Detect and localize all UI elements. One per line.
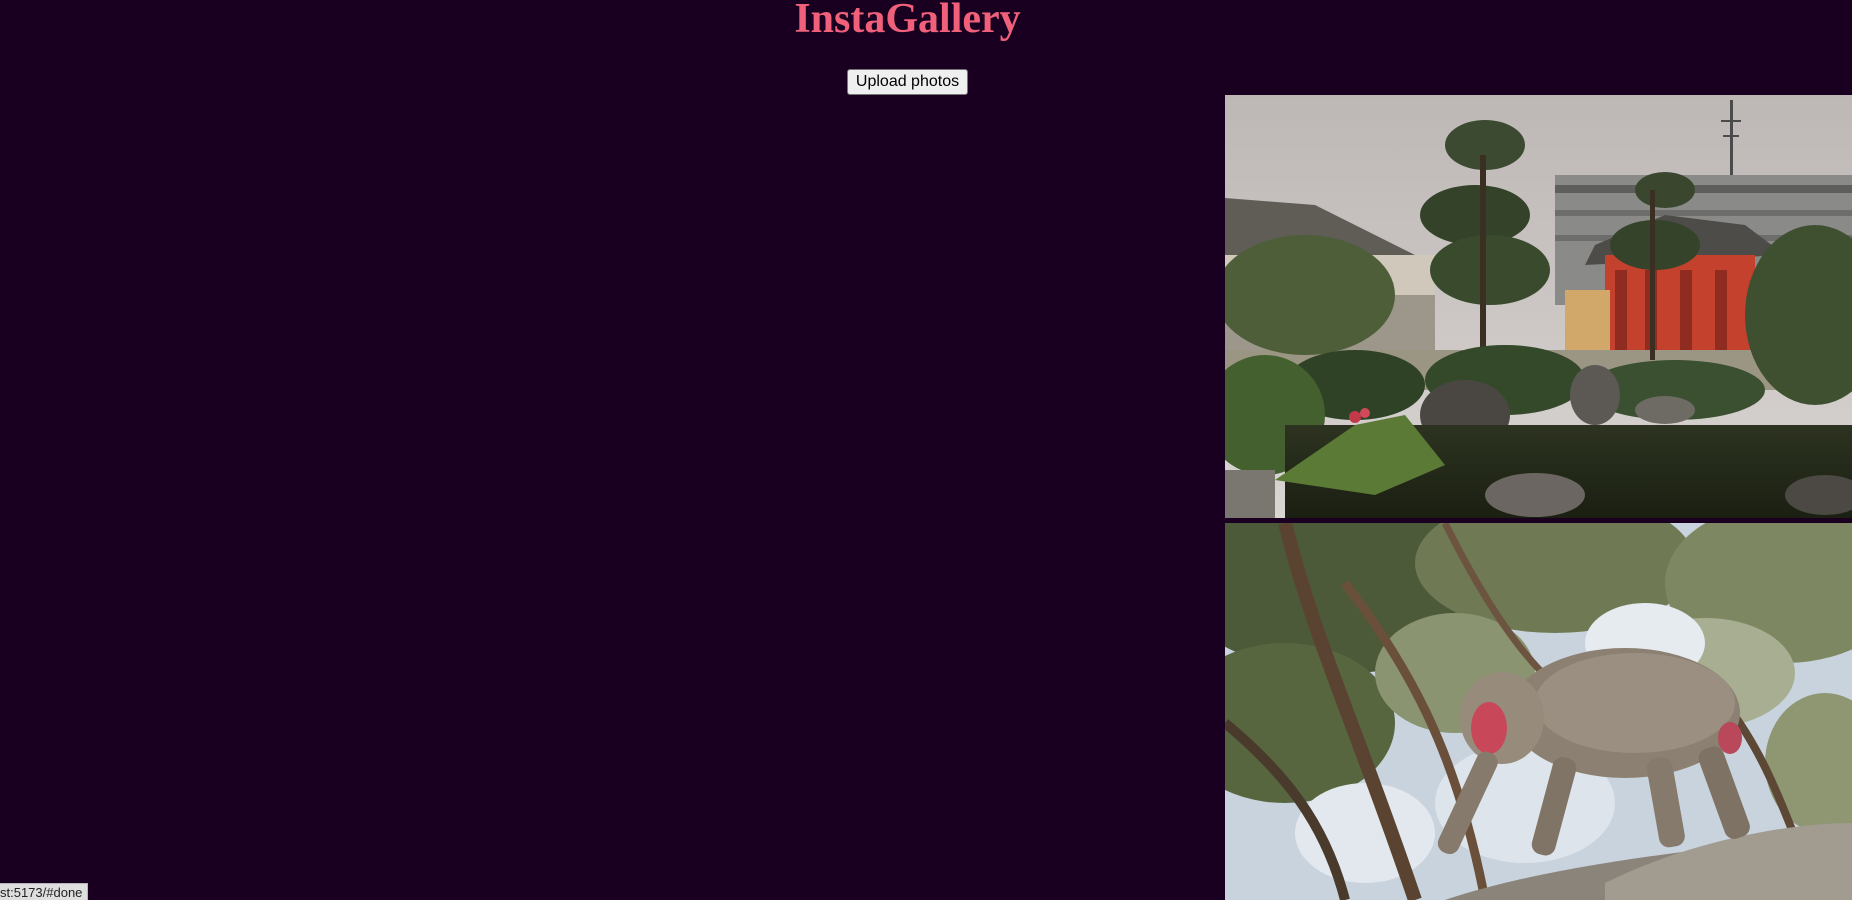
gallery-photo-temple-garden[interactable] (1225, 95, 1852, 518)
photo-gallery (1225, 95, 1852, 900)
link-status-url: st:5173/#done (0, 883, 89, 900)
upload-photos-button[interactable]: Upload photos (847, 69, 968, 95)
app-page: InstaGallery Upload photos st:5173/#done (0, 0, 1852, 900)
temple-garden-image (1225, 95, 1852, 518)
macaque-image (1225, 523, 1852, 900)
gallery-photo-macaque[interactable] (1225, 523, 1852, 900)
app-title: InstaGallery (794, 0, 1021, 42)
